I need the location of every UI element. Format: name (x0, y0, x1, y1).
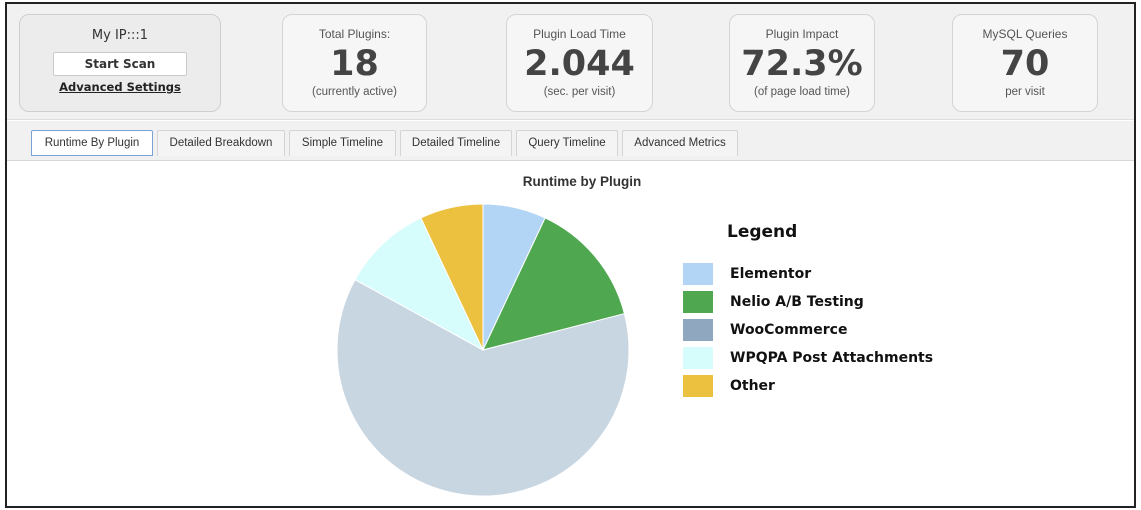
ip-card: My IP:::1 Start Scan Advanced Settings (19, 14, 221, 112)
legend-label: Other (730, 378, 775, 394)
legend-swatch (683, 291, 713, 313)
tab-runtime-by-plugin[interactable]: Runtime By Plugin (31, 130, 153, 156)
legend-swatch (683, 375, 713, 397)
advanced-settings-link[interactable]: Advanced Settings (59, 80, 181, 94)
mysql-queries-card: MySQL Queries 70 per visit (952, 14, 1098, 112)
mysql-queries-value: 70 (1000, 44, 1050, 84)
mysql-queries-label: MySQL Queries (982, 27, 1068, 41)
chart-area: Runtime by Plugin Legend Elementor Nelio … (7, 162, 1134, 506)
legend-label: WooCommerce (730, 322, 848, 338)
plugin-impact-label: Plugin Impact (765, 27, 839, 41)
total-plugins-card: Total Plugins: 18 (currently active) (282, 14, 427, 112)
plugin-impact-sub: (of page load time) (754, 86, 850, 98)
start-scan-button[interactable]: Start Scan (53, 52, 187, 76)
legend-label: WPQPA Post Attachments (730, 350, 934, 366)
plugin-load-time-sub: (sec. per visit) (543, 86, 616, 98)
plugin-load-time-card: Plugin Load Time 2.044 (sec. per visit) (506, 14, 653, 112)
tab-simple-timeline[interactable]: Simple Timeline (289, 130, 396, 156)
chart-legend: Legend Elementor Nelio A/B Testing WooComm… (683, 222, 933, 400)
total-plugins-sub: (currently active) (312, 86, 397, 98)
legend-label: Nelio A/B Testing (730, 294, 864, 310)
tab-query-timeline[interactable]: Query Timeline (516, 130, 618, 156)
legend-swatch (683, 319, 713, 341)
legend-swatch (683, 347, 713, 369)
summary-bar: My IP:::1 Start Scan Advanced Settings T… (7, 4, 1134, 120)
legend-item: WPQPA Post Attachments (683, 344, 933, 372)
plugin-impact-value: 72.3% (741, 44, 863, 84)
plugin-profiler-panel: My IP:::1 Start Scan Advanced Settings T… (5, 2, 1136, 508)
legend-item: Nelio A/B Testing (683, 288, 933, 316)
chart-title: Runtime by Plugin (522, 174, 642, 189)
legend-item: Other (683, 372, 933, 400)
total-plugins-value: 18 (330, 44, 379, 84)
plugin-load-time-value: 2.044 (524, 44, 635, 84)
runtime-pie-chart (336, 203, 630, 497)
ip-label: My IP:::1 (91, 28, 149, 43)
legend-swatch (683, 263, 713, 285)
tab-detailed-timeline[interactable]: Detailed Timeline (400, 130, 512, 156)
legend-title: Legend (727, 222, 798, 242)
mysql-queries-sub: per visit (1005, 86, 1045, 98)
legend-item: Elementor (683, 260, 933, 288)
total-plugins-label: Total Plugins: (318, 27, 391, 41)
plugin-impact-card: Plugin Impact 72.3% (of page load time) (729, 14, 875, 112)
tab-advanced-metrics[interactable]: Advanced Metrics (622, 130, 738, 156)
legend-item: WooCommerce (683, 316, 933, 344)
legend-label: Elementor (730, 266, 812, 282)
view-tabs: Runtime By Plugin Detailed Breakdown Sim… (7, 121, 1134, 161)
plugin-load-time-label: Plugin Load Time (533, 27, 626, 41)
tab-detailed-breakdown[interactable]: Detailed Breakdown (157, 130, 285, 156)
